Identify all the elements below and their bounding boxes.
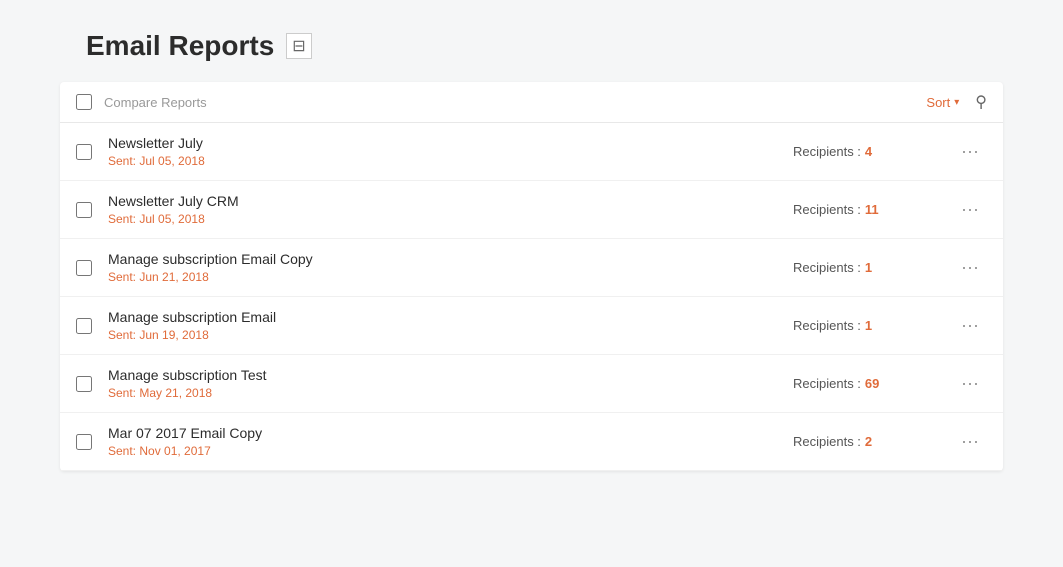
report-name: Manage subscription Email [108, 309, 793, 325]
more-options-button[interactable]: ⋯ [953, 429, 987, 455]
sort-chevron-icon: ▾ [954, 97, 959, 108]
report-info: Mar 07 2017 Email Copy Sent: Nov 01, 201… [108, 425, 793, 458]
table-row: Manage subscription Email Sent: Jun 19, … [60, 297, 1003, 355]
more-options-button[interactable]: ⋯ [953, 371, 987, 397]
recipients-label: Recipients : [793, 376, 861, 391]
report-info: Newsletter July Sent: Jul 05, 2018 [108, 135, 793, 168]
page-wrapper: Email Reports ⊟ Compare Reports Sort ▾ ⚲… [0, 0, 1063, 567]
report-sent: Sent: Nov 01, 2017 [108, 444, 793, 458]
search-button[interactable]: ⚲ [975, 92, 987, 112]
recipients-count: 11 [865, 202, 879, 217]
recipients-count: 4 [865, 144, 872, 159]
report-sent: Sent: Jun 19, 2018 [108, 328, 793, 342]
row-checkbox[interactable] [76, 434, 92, 450]
compare-label: Compare Reports [104, 95, 207, 110]
table-row: Manage subscription Test Sent: May 21, 2… [60, 355, 1003, 413]
row-checkbox[interactable] [76, 202, 92, 218]
report-sent: Sent: Jul 05, 2018 [108, 212, 793, 226]
more-options-button[interactable]: ⋯ [953, 139, 987, 165]
recipients-label: Recipients : [793, 202, 861, 217]
report-sent: Sent: Jul 05, 2018 [108, 154, 793, 168]
more-options-button[interactable]: ⋯ [953, 313, 987, 339]
more-options-button[interactable]: ⋯ [953, 197, 987, 223]
recipients-label: Recipients : [793, 434, 861, 449]
page-header: Email Reports ⊟ [0, 20, 1063, 82]
report-sent: Sent: Jun 21, 2018 [108, 270, 793, 284]
row-checkbox[interactable] [76, 376, 92, 392]
recipients: Recipients : 4 [793, 144, 953, 159]
report-name: Newsletter July [108, 135, 793, 151]
recipients-count: 1 [865, 318, 872, 333]
recipients: Recipients : 69 [793, 376, 953, 391]
report-name: Mar 07 2017 Email Copy [108, 425, 793, 441]
row-checkbox[interactable] [76, 144, 92, 160]
row-checkbox[interactable] [76, 260, 92, 276]
recipients: Recipients : 2 [793, 434, 953, 449]
reports-table: Compare Reports Sort ▾ ⚲ Newsletter July… [60, 82, 1003, 471]
recipients: Recipients : 1 [793, 318, 953, 333]
toolbar-actions: Sort ▾ ⚲ [926, 92, 987, 112]
recipients: Recipients : 1 [793, 260, 953, 275]
report-name: Newsletter July CRM [108, 193, 793, 209]
search-icon: ⚲ [975, 94, 987, 111]
report-sent: Sent: May 21, 2018 [108, 386, 793, 400]
recipients-label: Recipients : [793, 144, 861, 159]
table-row: Newsletter July Sent: Jul 05, 2018 Recip… [60, 123, 1003, 181]
table-row: Manage subscription Email Copy Sent: Jun… [60, 239, 1003, 297]
recipients-count: 2 [865, 434, 872, 449]
select-all-checkbox[interactable] [76, 94, 92, 110]
page-title: Email Reports [86, 30, 274, 62]
toolbar: Compare Reports Sort ▾ ⚲ [60, 82, 1003, 123]
recipients-label: Recipients : [793, 260, 861, 275]
report-info: Manage subscription Test Sent: May 21, 2… [108, 367, 793, 400]
sort-label: Sort [926, 95, 950, 110]
reports-list: Newsletter July Sent: Jul 05, 2018 Recip… [60, 123, 1003, 471]
table-row: Mar 07 2017 Email Copy Sent: Nov 01, 201… [60, 413, 1003, 471]
export-icon[interactable]: ⊟ [286, 33, 311, 59]
report-name: Manage subscription Test [108, 367, 793, 383]
report-name: Manage subscription Email Copy [108, 251, 793, 267]
sort-button[interactable]: Sort ▾ [926, 95, 959, 110]
report-info: Manage subscription Email Copy Sent: Jun… [108, 251, 793, 284]
report-info: Manage subscription Email Sent: Jun 19, … [108, 309, 793, 342]
more-options-button[interactable]: ⋯ [953, 255, 987, 281]
report-info: Newsletter July CRM Sent: Jul 05, 2018 [108, 193, 793, 226]
recipients: Recipients : 11 [793, 202, 953, 217]
row-checkbox[interactable] [76, 318, 92, 334]
table-row: Newsletter July CRM Sent: Jul 05, 2018 R… [60, 181, 1003, 239]
recipients-count: 69 [865, 376, 879, 391]
recipients-label: Recipients : [793, 318, 861, 333]
recipients-count: 1 [865, 260, 872, 275]
